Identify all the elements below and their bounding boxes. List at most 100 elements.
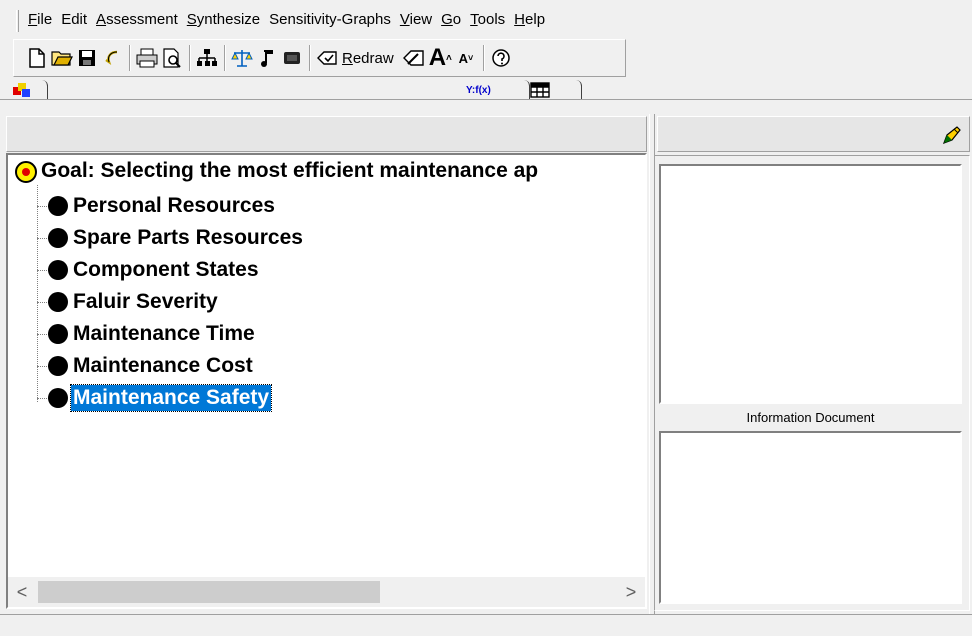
tree-header [6,116,647,152]
goal-node[interactable]: Goal: Selecting the most efficient maint… [41,159,538,183]
new-file-icon[interactable] [26,45,48,71]
open-folder-icon[interactable] [51,45,73,71]
tree-node[interactable]: Spare Parts Resources [48,225,305,251]
print-icon[interactable] [136,45,158,71]
toolbar-separator [224,45,226,71]
formula-tab-label: Y:f(x) [466,84,491,96]
menu-label: Sensitivity-Graphs [269,10,391,28]
app-window: File Edit Assessment Synthesize Sensitivity-… [0,0,972,636]
frame-icon[interactable] [281,45,303,71]
menu-go[interactable]: Go [441,11,461,28]
menu-tools[interactable]: Tools [470,11,505,28]
menu-label: elp [525,10,546,28]
menu-view[interactable]: View [400,11,432,28]
tab-edge [40,80,48,100]
menu-accelerator: G [441,10,453,28]
scroll-right-arrow[interactable]: > [617,577,645,607]
redraw-accelerator: R [342,49,353,67]
redraw-button[interactable]: Redraw [316,49,394,67]
redraw-icon [317,51,337,65]
menu-label: Edit [61,10,88,28]
node-bullet-icon [48,196,68,216]
balance-scale-icon[interactable] [231,45,253,71]
hierarchy-tree: Goal: Selecting the most efficient maint… [6,153,647,609]
node-bullet-icon [48,388,68,408]
redraw-label: Redraw [342,50,394,67]
tab-edge [522,80,530,100]
tree-connector [37,185,38,402]
tree-node-label: Faluir Severity [73,290,218,313]
undo-icon[interactable] [101,45,123,71]
menu-file[interactable]: File [28,11,52,28]
tab-formula-view[interactable]: Y:f(x) [466,80,526,100]
tree-node[interactable]: Maintenance Safety [48,384,273,412]
tree-node[interactable]: Faluir Severity [48,289,220,315]
node-bullet-icon [48,228,68,248]
music-note-icon[interactable] [256,45,278,71]
toolbar-separator [309,45,311,71]
scroll-left-arrow[interactable]: < [8,577,36,607]
node-info-pane[interactable] [659,164,962,404]
menu-sensitivity-graphs[interactable]: Sensitivity-Graphs [269,11,391,28]
menu-accelerator: V [399,10,410,28]
help-globe-icon[interactable] [490,45,512,71]
edit-pencil-icon [942,126,961,145]
menu-label: o [452,10,462,28]
goal-icon [15,161,37,183]
toolbar-separator [189,45,191,71]
menu-assessment[interactable]: Assessment [96,11,178,28]
toolbar-separator [482,45,485,71]
tree-node[interactable]: Component States [48,257,261,283]
menu-accelerator: S [186,10,197,28]
node-bullet-icon [48,356,68,376]
tree-content: Goal: Selecting the most efficient maint… [8,155,645,577]
menu-label: ynthesize [196,10,261,28]
tree-node-label: Component States [73,258,259,281]
menu-accelerator: A [96,10,107,28]
horizontal-scrollbar[interactable]: < > [8,577,645,607]
info-document-label: Information Document [746,410,875,425]
node-bullet-icon [48,292,68,312]
tree-node[interactable]: Maintenance Time [48,321,257,347]
info-edit-button[interactable] [939,122,965,148]
redraw-label-rest: edraw [352,49,394,67]
grid-table-icon [530,82,550,98]
tree-node-label: Personal Resources [73,194,275,217]
model-cubes-icon [13,83,30,97]
node-bullet-icon [48,260,68,280]
increase-font-label: A [428,44,447,71]
menu-bar: File Edit Assessment Synthesize Sensitivity-… [0,0,972,38]
decrease-font-button[interactable]: A ˅ [455,45,477,71]
tree-node[interactable]: Maintenance Cost [48,353,255,379]
menu-label: ile [37,10,53,28]
menu-accelerator: F [28,10,38,28]
print-preview-icon[interactable] [161,45,183,71]
increase-font-button[interactable]: A ˄ [428,44,452,71]
menu-label: ssessment [106,10,178,28]
menu-accelerator: H [514,10,526,28]
menu-grip [16,10,19,32]
menu-help[interactable]: Help [514,11,545,28]
tree-node-label: Maintenance Safety [69,384,273,412]
wand-icon[interactable] [402,45,426,71]
tab-model-view[interactable] [12,80,56,100]
menu-accelerator: T [470,10,478,28]
menu-edit[interactable]: Edit [61,11,87,28]
scroll-thumb[interactable] [38,581,380,603]
decrease-font-label: A [458,50,468,66]
tree-node[interactable]: Personal Resources [48,193,277,219]
tab-strip-baseline [0,99,972,100]
menu-label: ools [477,10,506,28]
information-document-pane[interactable] [659,431,962,604]
tree-node-label: Maintenance Time [73,322,255,345]
menu-label: iew [409,10,433,28]
tree-node-label: Maintenance Cost [73,354,253,377]
view-tab-strip: Y:f(x) [0,78,972,100]
status-bar [0,614,972,636]
menu-synthesize[interactable]: Synthesize [187,11,260,28]
save-icon[interactable] [76,45,98,71]
hierarchy-icon[interactable] [196,45,218,71]
tree-node-label: Spare Parts Resources [73,226,303,249]
node-bullet-icon [48,324,68,344]
toolbar: Redraw A ˄ A ˅ [13,39,626,77]
